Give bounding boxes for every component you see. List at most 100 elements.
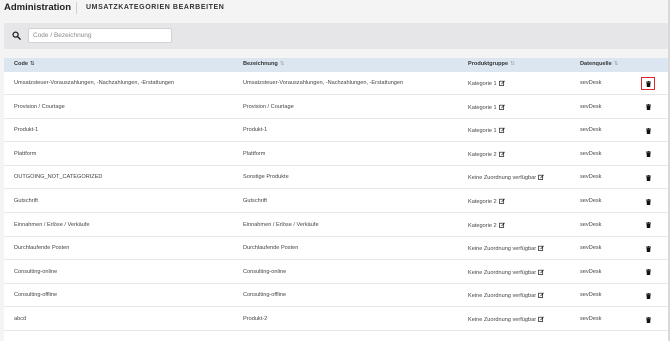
edit-icon[interactable] [538,316,544,322]
page-title: UMSATZKATEGORIEN BEARBEITEN [86,4,225,11]
table-row: Plattform Plattform Kategorie 2 sevDesk [4,142,668,166]
edit-icon[interactable] [498,151,505,157]
app-title: Administration [4,2,72,13]
delete-button[interactable] [641,171,655,184]
edit-icon[interactable] [538,292,544,299]
table-row: Gutschrift Gutschrift Kategorie 2 sevDesk [4,190,668,213]
table-row: Einnahmen / Erlöse / Verkäufe Einnahmen /… [4,213,668,237]
column-header-bezeichnung[interactable]: Bezeichnung ⇅ [243,61,284,67]
table-row: Produkt-1 Produkt-1 Kategorie 1 sevDesk [4,119,668,143]
product-group-label: Kategorie 2 [468,151,497,158]
edit-icon[interactable] [498,127,505,134]
data-source-cell: sevDesk [580,292,602,299]
edit-icon[interactable] [538,245,544,252]
product-group-cell: Kategorie 1 [468,104,505,111]
delete-button[interactable] [641,289,655,302]
trash-icon [645,174,651,181]
code-cell: Umsatzsteuer-Vorauszahlungen, -Nachzahlu… [14,80,175,86]
column-header-label: Datenquelle [580,61,612,67]
categories-table: Code ⇅ Bezeichnung ⇅ Produktgruppe ⇅ Datenq… [4,58,668,341]
code-cell: Einnahmen / Erlöse / Verkäufe [14,221,90,228]
product-group-label: Keine Zuordnung verfügbar [468,269,537,276]
code-cell: Plattform [14,150,37,157]
top-bar: Administration UMSATZKATEGORIEN BEARBEIT… [0,0,670,18]
name-cell: Plattform [243,150,266,157]
product-group-label: Keine Zuordnung verfügbar [468,293,537,300]
edit-icon[interactable] [538,174,544,181]
trash-icon [645,316,651,323]
trash-icon [645,245,651,252]
name-cell: Durchlaufende Posten [243,245,299,252]
delete-button[interactable] [641,77,655,90]
code-cell: Consulting-online [14,268,58,275]
name-cell: Produkt-2 [243,316,268,322]
code-cell: Gutschrift [14,198,38,204]
edit-icon[interactable] [498,80,505,86]
trash-icon [645,151,651,158]
code-cell: Produkt-1 [14,127,39,134]
edit-icon[interactable] [498,198,505,204]
product-group-cell: Keine Zuordnung verfügbar [468,269,544,276]
table-row: OUTGOING_NOT_CATEGORIZED Sonstige Produkt… [4,166,668,190]
search-icon [12,31,21,40]
product-group-label: Keine Zuordnung verfügbar [468,175,537,182]
delete-button[interactable] [641,148,655,161]
table-row: abcd Produkt-2 Keine Zuordnung verfügbar se… [4,308,668,331]
code-cell: Durchlaufende Posten [14,245,70,252]
data-source-cell: sevDesk [580,245,602,252]
product-group-cell: Keine Zuordnung verfügbar [468,316,544,323]
code-cell: abcd [14,316,27,322]
name-cell: Consulting-offline [243,292,287,299]
search-panel [4,23,668,49]
code-cell: Consulting-offline [14,292,58,299]
product-group-label: Keine Zuordnung verfügbar [468,317,537,323]
name-cell: Umsatzsteuer-Vorauszahlungen, -Nachzahlu… [243,80,404,86]
data-source-cell: sevDesk [580,103,602,110]
data-source-cell: sevDesk [580,174,602,181]
delete-button[interactable] [641,242,655,255]
data-source-cell: sevDesk [580,80,602,86]
sort-icon: ⇅ [29,61,35,67]
column-header-label: Produktgruppe [468,61,509,67]
data-source-cell: sevDesk [580,316,602,322]
table-header: Code ⇅ Bezeichnung ⇅ Produktgruppe ⇅ Datenq… [4,58,668,72]
edit-icon[interactable] [498,222,505,228]
data-source-cell: sevDesk [580,221,602,228]
delete-button[interactable] [641,313,655,326]
delete-button[interactable] [641,124,655,137]
name-cell: Gutschrift [243,198,267,204]
product-group-label: Keine Zuordnung verfügbar [468,246,537,253]
column-header-code[interactable]: Code ⇅ [14,61,35,67]
table-row: Provision / Courtage Provision / Courtage… [4,95,668,119]
name-cell: Einnahmen / Erlöse / Verkäufe [243,221,319,228]
edit-icon[interactable] [498,104,505,110]
product-group-cell: Kategorie 1 [468,80,505,87]
delete-button[interactable] [641,266,655,279]
product-group-cell: Keine Zuordnung verfügbar [468,174,544,181]
table-row: Durchlaufende Posten Durchlaufende Posten… [4,237,668,261]
title-divider [76,2,77,14]
table-row: Consulting-online Consulting-online Keine … [4,260,668,284]
column-header-datenquelle[interactable]: Datenquelle ⇅ [580,61,618,67]
trash-icon [645,104,651,111]
sort-icon: ⇅ [510,61,515,67]
product-group-cell: Kategorie 2 [468,198,505,205]
column-header-produktgruppe[interactable]: Produktgruppe ⇅ [468,61,515,67]
data-source-cell: sevDesk [580,268,602,275]
trash-icon [645,127,651,134]
delete-button[interactable] [641,219,655,232]
column-header-label: Bezeichnung [243,61,278,67]
product-group-cell: Keine Zuordnung verfügbar [468,245,544,252]
name-cell: Produkt-1 [243,127,268,134]
sort-icon: ⇅ [279,61,285,67]
trash-icon [645,269,651,276]
product-group-label: Kategorie 1 [468,128,497,135]
product-group-label: Kategorie 1 [468,81,497,87]
product-group-cell: Keine Zuordnung verfügbar [468,292,544,299]
name-cell: Sonstige Produkte [243,174,289,181]
delete-button[interactable] [641,101,655,114]
name-cell: Consulting-online [243,268,287,275]
search-input[interactable] [28,28,172,43]
delete-button[interactable] [641,195,655,208]
edit-icon[interactable] [538,269,544,275]
